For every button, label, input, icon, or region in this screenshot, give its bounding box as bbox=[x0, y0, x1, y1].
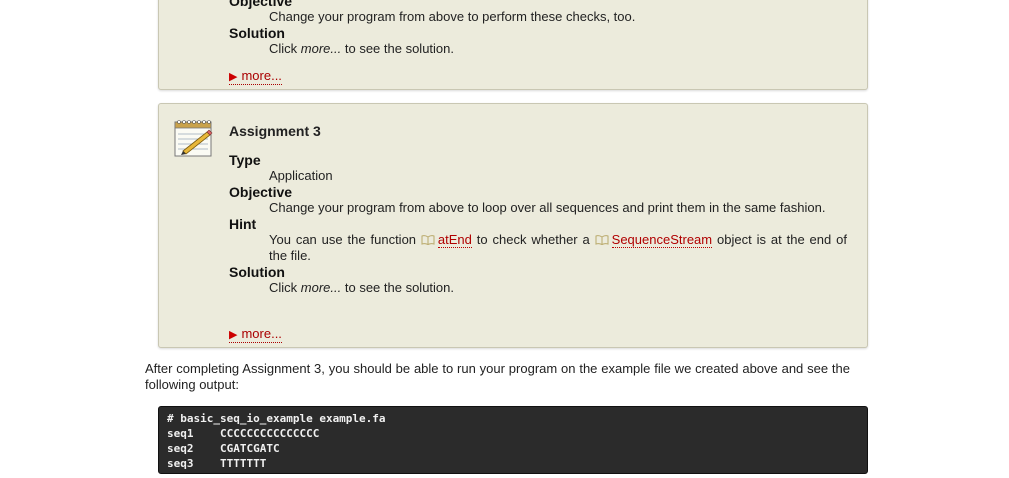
code-line: seq1 CCCCCCCCCCCCCCC bbox=[167, 427, 320, 440]
assignment-3-box: Assignment 3 Type Application Objective … bbox=[158, 103, 868, 348]
objective-text: Change your program from above to loop o… bbox=[269, 200, 826, 215]
objective-label: Objective bbox=[229, 0, 293, 9]
more-link-assignment-2[interactable]: ▶ more... bbox=[229, 69, 282, 85]
hint-label: Hint bbox=[229, 216, 257, 232]
objective-label: Objective bbox=[229, 184, 293, 200]
type-label: Type bbox=[229, 152, 261, 168]
solution-text: Click more... to see the solution. bbox=[269, 280, 847, 296]
more-label: more... bbox=[241, 326, 282, 341]
code-line: seq3 TTTTTTT bbox=[167, 457, 267, 470]
solution-label: Solution bbox=[229, 264, 285, 280]
hint-mid: to check whether a bbox=[471, 232, 595, 247]
atend-link[interactable]: atEnd bbox=[437, 232, 472, 248]
solution-suffix: to see the solution. bbox=[341, 280, 454, 295]
hint-prefix: You can use the function bbox=[269, 232, 421, 247]
solution-label: Solution bbox=[229, 25, 285, 41]
more-label: more... bbox=[241, 68, 282, 83]
solution-prefix: Click bbox=[269, 41, 301, 56]
code-line: seq2 CGATCGATC bbox=[167, 442, 280, 455]
assignment-2-details: Objective Change your program from above… bbox=[229, 0, 847, 57]
assignment-3-details: Type Application Objective Change your p… bbox=[229, 152, 847, 296]
code-line: # basic_seq_io_example example.fa bbox=[167, 412, 386, 425]
hint-text: You can use the function atEnd to check … bbox=[269, 232, 847, 264]
expand-triangle-icon: ▶ bbox=[229, 329, 238, 341]
type-text: Application bbox=[269, 168, 333, 183]
solution-text: Click more... to see the solution. bbox=[269, 41, 847, 57]
assignment-title: Assignment 3 bbox=[229, 123, 321, 139]
notepad-pencil-icon bbox=[174, 120, 213, 157]
book-icon bbox=[421, 235, 435, 245]
objective-text: Change your program from above to perfor… bbox=[269, 9, 636, 24]
sequencestream-link[interactable]: SequenceStream bbox=[611, 232, 713, 248]
assignment-2-box: Objective Change your program from above… bbox=[158, 0, 868, 90]
expand-triangle-icon: ▶ bbox=[229, 71, 238, 83]
more-link-assignment-3[interactable]: ▶ more... bbox=[229, 327, 282, 343]
book-icon bbox=[595, 235, 609, 245]
code-output-block: # basic_seq_io_example example.fa seq1 CC… bbox=[158, 406, 868, 474]
solution-em: more... bbox=[300, 41, 342, 56]
solution-suffix: to see the solution. bbox=[341, 41, 454, 56]
solution-em: more... bbox=[300, 280, 342, 295]
intro-paragraph: After completing Assignment 3, you shoul… bbox=[145, 361, 850, 392]
solution-prefix: Click bbox=[269, 280, 301, 295]
